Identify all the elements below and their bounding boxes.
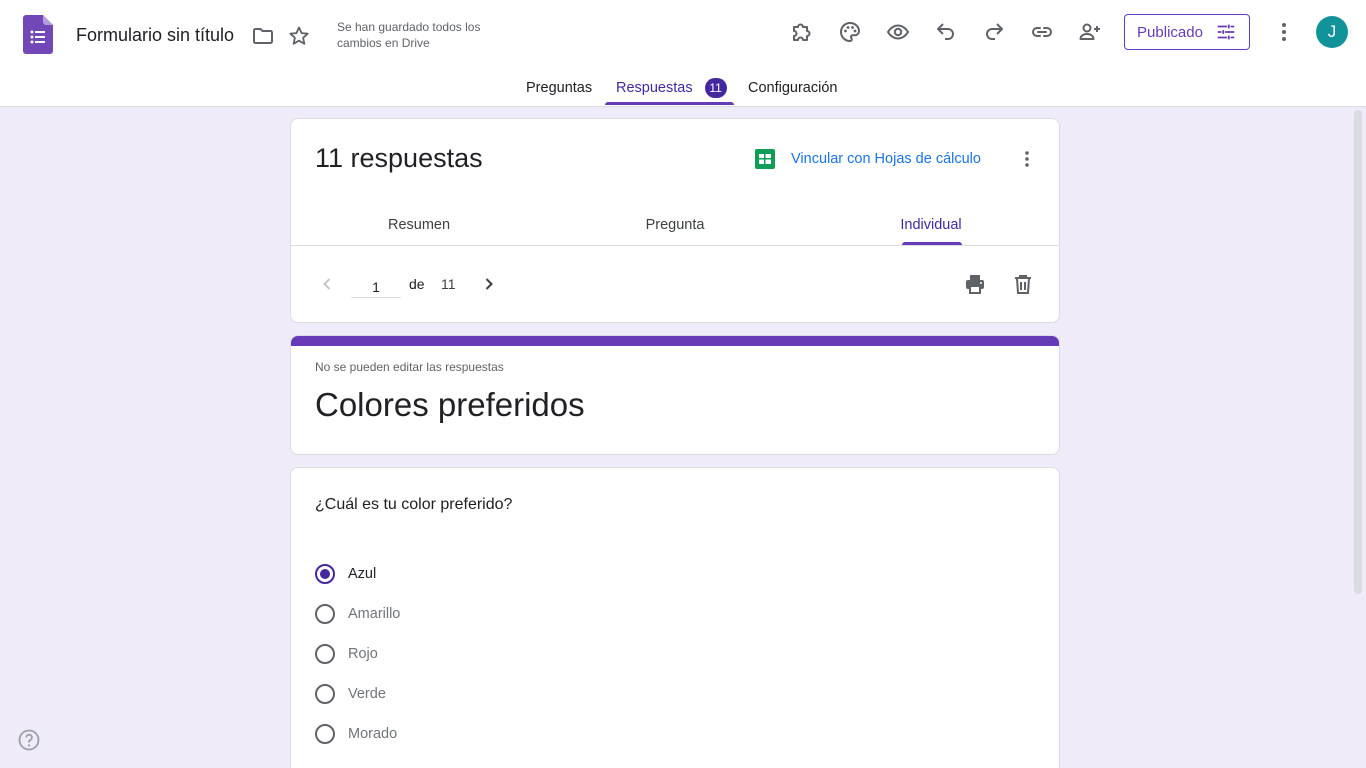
radio-unchecked <box>315 684 335 704</box>
document-title[interactable]: Formulario sin título <box>76 25 234 46</box>
link-sheets-label: Vincular con Hojas de cálculo <box>791 151 981 167</box>
responses-header-card: 11 respuestas Vincular con Hojas de cálc… <box>290 118 1060 323</box>
tab-pregunta[interactable]: Pregunta <box>547 205 803 245</box>
publish-settings-icon <box>1217 24 1235 40</box>
option-amarillo: Amarillo <box>315 594 400 634</box>
tab-respuestas-label: Respuestas <box>616 80 693 96</box>
account-avatar[interactable]: J <box>1316 16 1348 48</box>
tab-preguntas[interactable]: Preguntas <box>526 70 592 106</box>
active-tab-indicator <box>605 102 734 105</box>
sheets-icon <box>755 149 775 169</box>
link-sheets-button[interactable]: Vincular con Hojas de cálculo <box>755 149 981 169</box>
forms-logo-icon[interactable] <box>23 15 53 54</box>
help-icon[interactable] <box>17 728 41 752</box>
save-status: Se han guardado todos los cambios en Dri… <box>337 20 481 50</box>
publish-button[interactable]: Publicado <box>1124 14 1250 50</box>
option-rojo: Rojo <box>315 634 400 674</box>
top-app-bar: Formulario sin título Se han guardado to… <box>0 0 1366 107</box>
previous-response-icon[interactable] <box>311 268 343 300</box>
radio-checked <box>315 564 335 584</box>
page-scrollbar[interactable] <box>1354 110 1362 594</box>
question-text: ¿Cuál es tu color preferido? <box>315 496 513 513</box>
edit-disabled-notice: No se pueden editar las respuestas <box>315 360 504 374</box>
addons-icon[interactable] <box>786 16 818 48</box>
option-label: Amarillo <box>348 606 401 622</box>
option-azul: Azul <box>315 554 400 594</box>
active-sub-tab-indicator <box>902 242 962 245</box>
delete-icon[interactable] <box>1007 268 1039 300</box>
tab-respuestas[interactable]: Respuestas 11 <box>616 70 727 106</box>
option-label: Verde <box>348 686 386 702</box>
answer-options: Azul Amarillo Rojo Verde Morado <box>315 554 400 754</box>
folder-icon[interactable] <box>247 20 279 52</box>
main-tabs: Preguntas Respuestas 11 Configuración <box>0 70 1366 106</box>
responses-count-badge: 11 <box>704 78 727 98</box>
publish-label: Publicado <box>1137 23 1203 41</box>
response-number-input[interactable] <box>351 270 401 298</box>
option-label: Morado <box>348 726 398 742</box>
option-label: Rojo <box>348 646 378 662</box>
tab-individual[interactable]: Individual <box>803 205 1059 245</box>
radio-unchecked <box>315 644 335 664</box>
radio-unchecked <box>315 724 335 744</box>
responses-sub-tabs: Resumen Pregunta Individual <box>291 205 1059 246</box>
radio-unchecked <box>315 604 335 624</box>
option-morado: Morado <box>315 714 400 754</box>
next-response-icon[interactable] <box>473 268 505 300</box>
responses-more-icon[interactable] <box>1011 143 1043 175</box>
form-accent-band <box>291 336 1059 346</box>
more-vert-icon[interactable] <box>1268 16 1300 48</box>
pager-total: 11 <box>441 276 456 292</box>
form-title-card: No se pueden editar las respuestas Color… <box>290 335 1060 455</box>
responses-count: 11 respuestas <box>315 143 483 173</box>
option-label: Azul <box>348 566 377 582</box>
undo-icon[interactable] <box>930 16 962 48</box>
print-icon[interactable] <box>959 268 991 300</box>
question-card: ¿Cuál es tu color preferido? Azul Amaril… <box>290 467 1060 768</box>
form-title: Colores preferidos <box>315 386 585 423</box>
redo-icon[interactable] <box>978 16 1010 48</box>
response-pager: de 11 <box>291 246 1059 322</box>
tab-resumen[interactable]: Resumen <box>291 205 547 245</box>
add-collaborator-icon[interactable] <box>1074 16 1106 48</box>
pager-of-label: de <box>409 276 425 292</box>
star-icon[interactable] <box>283 20 315 52</box>
link-icon[interactable] <box>1026 16 1058 48</box>
palette-icon[interactable] <box>834 16 866 48</box>
preview-eye-icon[interactable] <box>882 16 914 48</box>
tab-configuracion[interactable]: Configuración <box>748 70 837 106</box>
option-verde: Verde <box>315 674 400 714</box>
